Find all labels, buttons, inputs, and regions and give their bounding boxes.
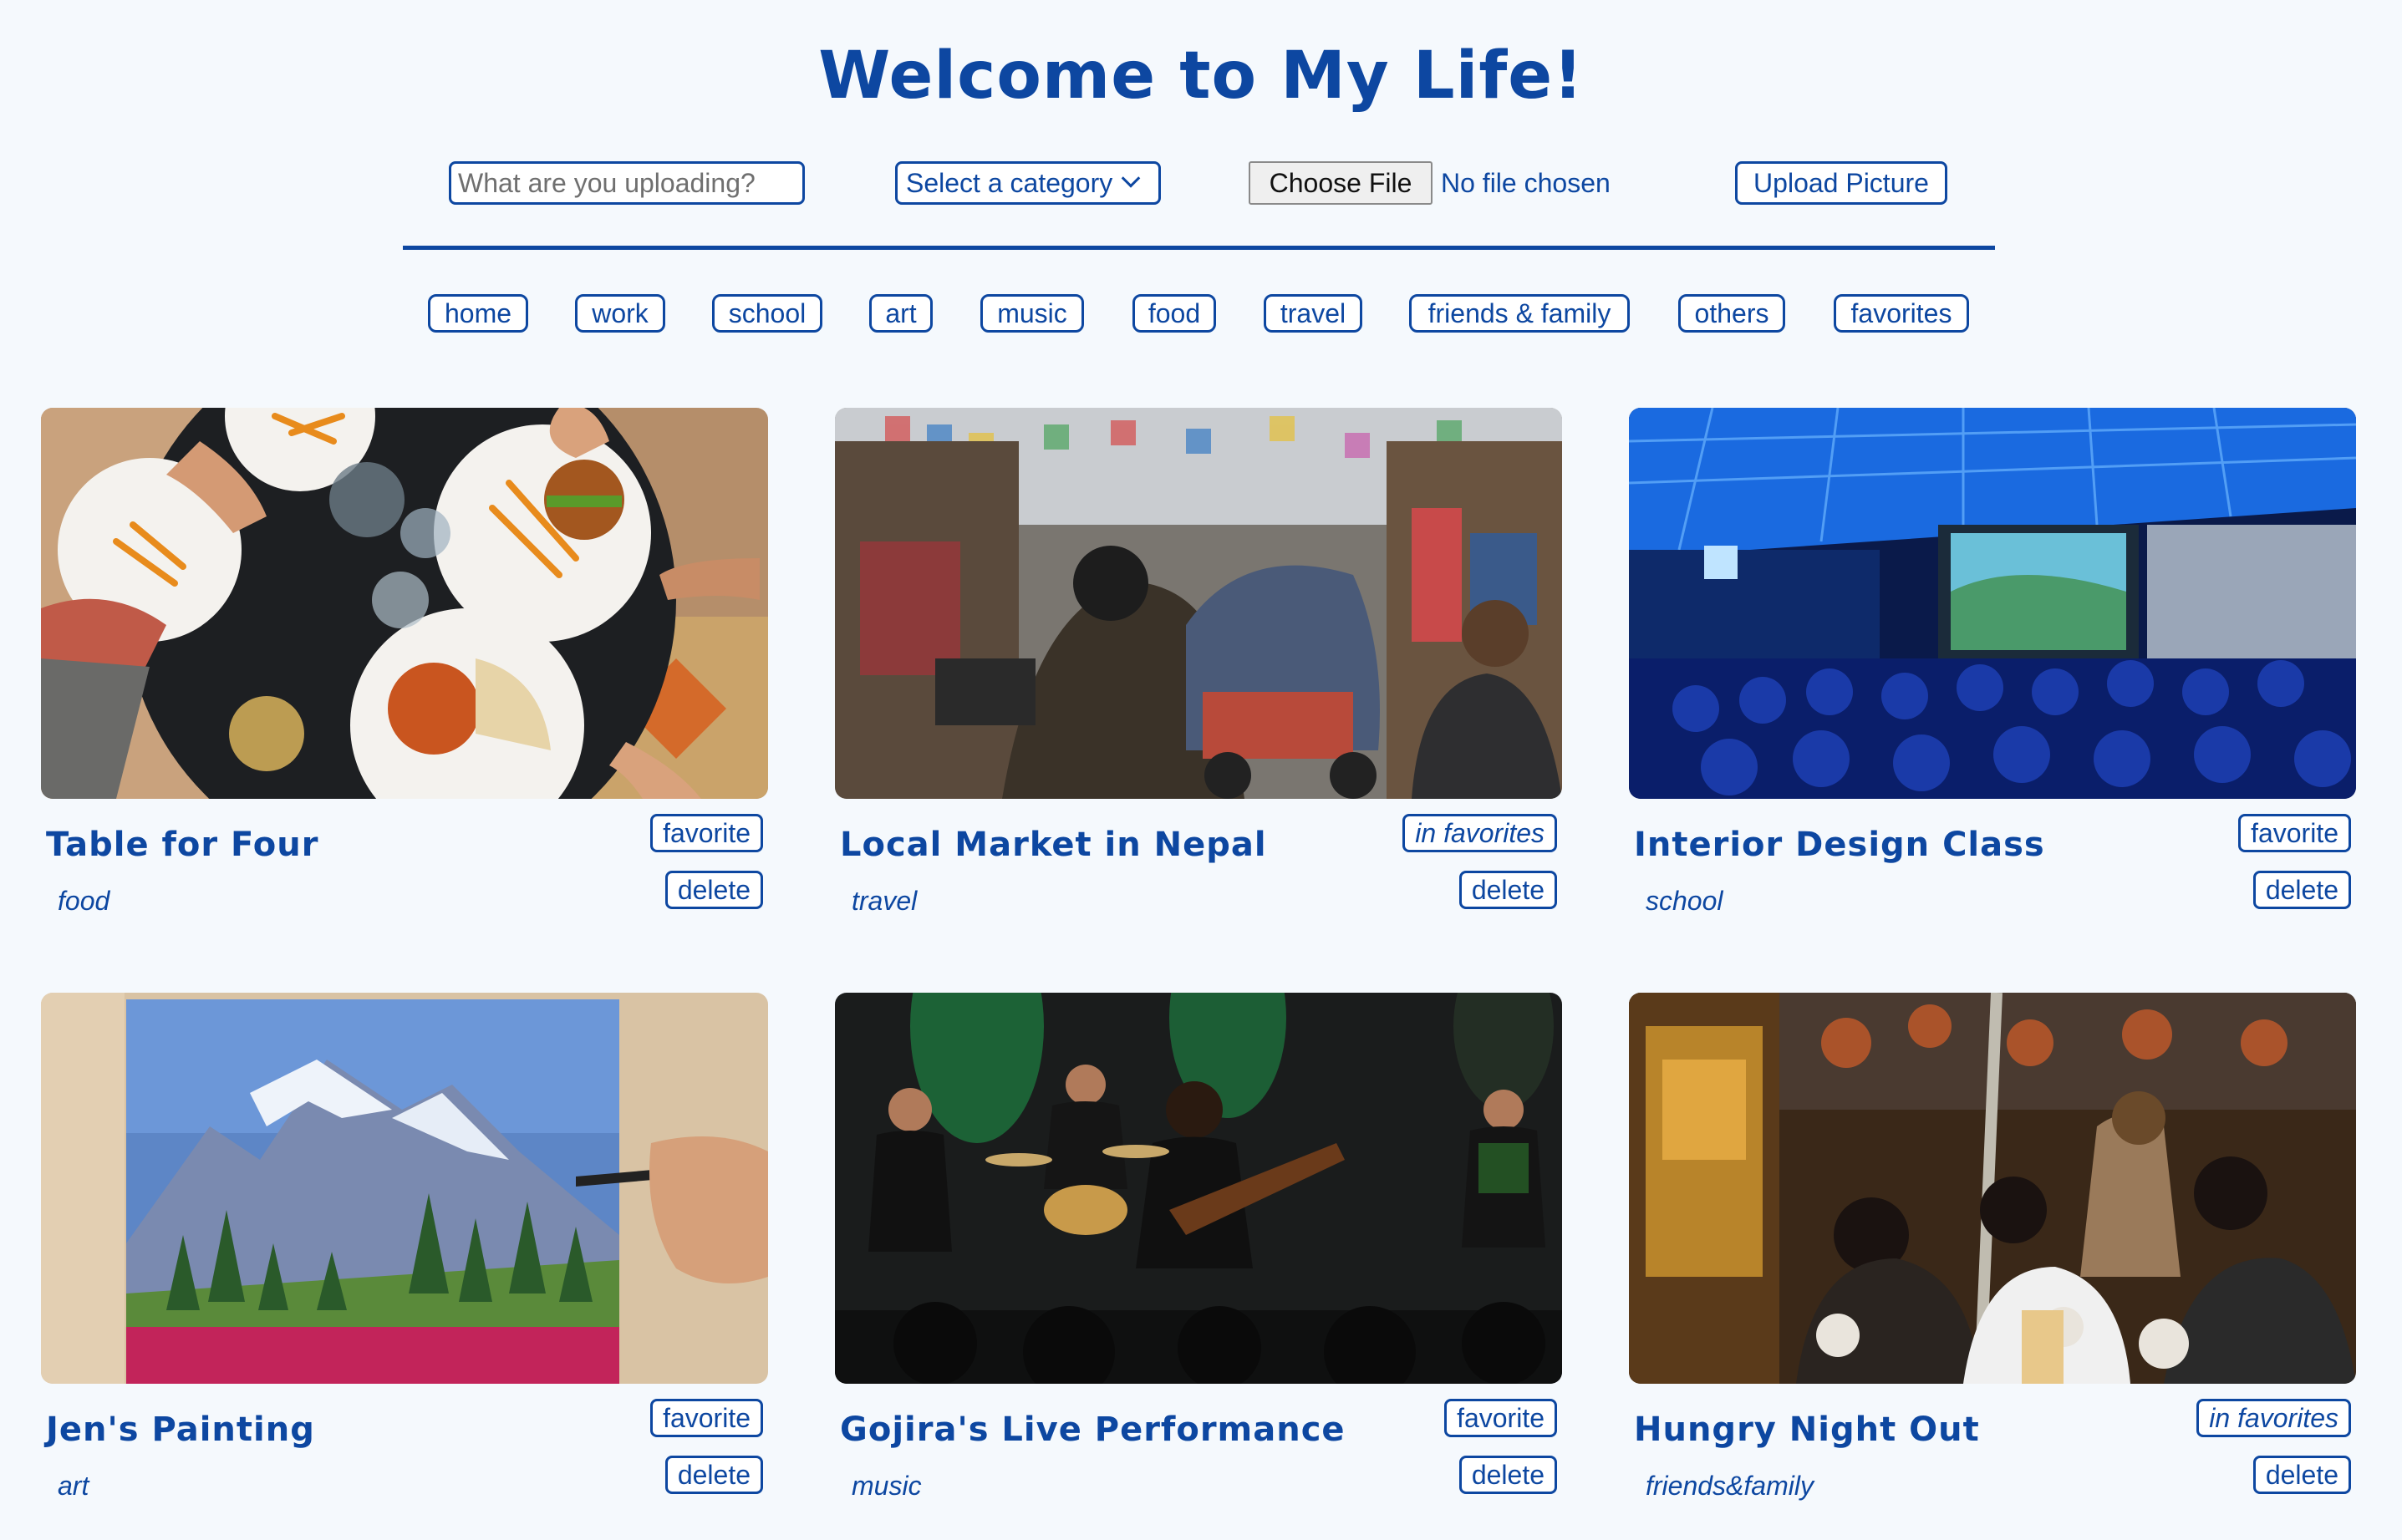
category-select[interactable]: Select a category bbox=[895, 161, 1161, 205]
delete-button[interactable]: delete bbox=[664, 1456, 763, 1494]
card-category: school bbox=[1646, 886, 1723, 916]
delete-button[interactable]: delete bbox=[2252, 1456, 2351, 1494]
card-category: travel bbox=[852, 886, 918, 916]
card-title: Jen's Painting bbox=[46, 1410, 315, 1449]
photo-hungry-night-out[interactable] bbox=[1629, 993, 2356, 1384]
photo-table-for-four[interactable] bbox=[41, 408, 768, 799]
card-title: Table for Four bbox=[46, 826, 319, 864]
card-title: Hungry Night Out bbox=[1634, 1410, 1980, 1449]
favorite-button[interactable]: favorite bbox=[1444, 1399, 1557, 1437]
card-category: music bbox=[852, 1471, 922, 1501]
nav-home[interactable]: home bbox=[428, 294, 528, 333]
chevron-down-icon bbox=[1121, 169, 1141, 188]
card-title: Interior Design Class bbox=[1634, 826, 2045, 864]
photo-interior-design-class[interactable] bbox=[1629, 408, 2356, 799]
delete-button[interactable]: delete bbox=[1458, 871, 1557, 909]
favorite-button[interactable]: favorite bbox=[650, 1399, 763, 1437]
category-nav: home work school art music food travel f… bbox=[0, 294, 2402, 334]
nav-food[interactable]: food bbox=[1132, 294, 1216, 333]
category-select-label: Select a category bbox=[906, 167, 1113, 198]
divider bbox=[403, 246, 1995, 250]
photo-jens-painting[interactable] bbox=[41, 993, 768, 1384]
nav-music[interactable]: music bbox=[980, 294, 1084, 333]
nav-favorites[interactable]: favorites bbox=[1834, 294, 1969, 333]
delete-button[interactable]: delete bbox=[1458, 1456, 1557, 1494]
card-category: friends&family bbox=[1646, 1471, 1814, 1501]
photo-gojiras-live-performance[interactable] bbox=[835, 993, 1562, 1384]
card-title: Gojira's Live Performance bbox=[840, 1410, 1346, 1449]
caption-input[interactable] bbox=[449, 161, 805, 205]
nav-art[interactable]: art bbox=[869, 294, 933, 333]
favorite-button[interactable]: favorite bbox=[2238, 814, 2351, 852]
card-title: Local Market in Nepal bbox=[840, 826, 1267, 864]
delete-button[interactable]: delete bbox=[664, 871, 763, 909]
upload-form: Select a category Choose File No file ch… bbox=[0, 161, 2402, 206]
nav-friends-family[interactable]: friends & family bbox=[1409, 294, 1630, 333]
nav-travel[interactable]: travel bbox=[1264, 294, 1362, 333]
card-category: food bbox=[58, 886, 110, 916]
nav-work[interactable]: work bbox=[575, 294, 665, 333]
photo-local-market-in-nepal[interactable] bbox=[835, 408, 1562, 799]
nav-others[interactable]: others bbox=[1678, 294, 1785, 333]
card-category: art bbox=[58, 1471, 89, 1501]
page-title: Welcome to My Life! bbox=[818, 38, 1584, 114]
choose-file-button[interactable]: Choose File bbox=[1249, 161, 1433, 205]
favorite-button[interactable]: favorite bbox=[650, 814, 763, 852]
in-favorites-button[interactable]: in favorites bbox=[2196, 1399, 2351, 1437]
in-favorites-button[interactable]: in favorites bbox=[1402, 814, 1557, 852]
delete-button[interactable]: delete bbox=[2252, 871, 2351, 909]
nav-school[interactable]: school bbox=[712, 294, 822, 333]
file-status: No file chosen bbox=[1441, 167, 1611, 198]
upload-picture-button[interactable]: Upload Picture bbox=[1735, 161, 1947, 205]
